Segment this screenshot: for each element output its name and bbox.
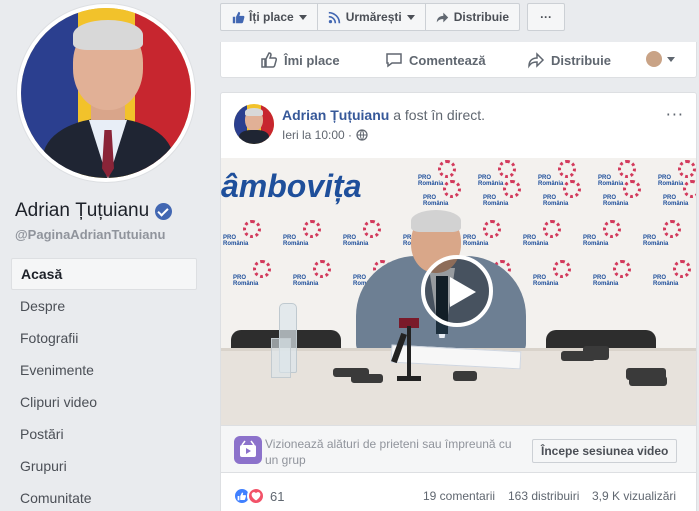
nav-item-acasa[interactable]: Acasă: [11, 258, 197, 290]
start-watch-party-button[interactable]: Începe sesiunea video: [532, 439, 678, 463]
profile-picture[interactable]: [17, 4, 195, 182]
thumbs-up-icon: [231, 10, 245, 24]
post-stats: 61 19 comentarii 163 distribuiri 3,9 K v…: [221, 481, 696, 511]
nav-item-postari[interactable]: Postări: [11, 418, 197, 450]
more-options-button[interactable]: ···: [527, 3, 566, 31]
profile-photo: [21, 8, 191, 178]
comment-button[interactable]: Comentează: [385, 51, 486, 69]
comment-icon: [386, 53, 402, 68]
page-handle[interactable]: @PaginaAdrianTutuianu: [15, 227, 165, 242]
page-action-bar: Îți place Urmărești Distribuie ···: [220, 3, 566, 31]
chevron-down-icon: [298, 14, 307, 20]
nav-item-grupuri[interactable]: Grupuri: [11, 450, 197, 482]
globe-icon: [356, 129, 368, 141]
post-timestamp: Ieri la 10:00 ·: [282, 128, 368, 142]
previous-post-actions: Îmi place Comentează Distribuie: [220, 42, 697, 78]
watch-party-text: Vizionează alături de prieteni sau împre…: [265, 437, 512, 467]
share-page-button[interactable]: Distribuie: [424, 3, 521, 31]
follow-button[interactable]: Urmărești: [316, 3, 426, 31]
post-time-text[interactable]: Ieri la 10:00 ·: [282, 128, 352, 142]
verified-badge-icon: [155, 202, 173, 220]
reaction-count: 61: [270, 488, 285, 504]
watch-party-icon: [234, 436, 262, 464]
post-options-icon[interactable]: ···: [666, 105, 684, 124]
play-icon[interactable]: [421, 255, 493, 327]
follow-label: Urmărești: [345, 10, 402, 24]
page-nav: Acasă Despre Fotografii Evenimente Clipu…: [11, 258, 197, 511]
share-post-label: Distribuie: [551, 52, 611, 68]
comment-label: Comentează: [409, 52, 486, 68]
reactions-summary[interactable]: 61: [233, 487, 284, 505]
video-banner-text: âmbovița: [221, 168, 362, 204]
post-action-text: a fost în direct.: [393, 107, 486, 123]
like-page-button[interactable]: Îți place: [220, 3, 318, 31]
like-post-label: Îmi place: [284, 52, 340, 68]
love-reaction-icon: [247, 487, 265, 505]
shares-count[interactable]: 163 distribuiri: [508, 489, 579, 503]
share-arrow-icon: [528, 52, 545, 69]
page-name-text[interactable]: Adrian Țuțuianu: [15, 200, 149, 222]
comments-count[interactable]: 19 comentarii: [423, 489, 495, 503]
more-dots-icon: ···: [540, 10, 553, 24]
live-video-post: Adrian Țuțuianu a fost în direct. Ieri l…: [220, 92, 697, 511]
backdrop-logos: PRO România PRO România PRO România PRO …: [421, 178, 696, 208]
watch-party-row: Vizionează alături de prieteni sau împre…: [221, 425, 696, 473]
share-post-button[interactable]: Distribuie: [527, 51, 611, 69]
video-player[interactable]: âmbovița PRO România PRO România PRO Rom…: [221, 158, 696, 425]
page-name[interactable]: Adrian Țuțuianu: [15, 200, 173, 222]
views-count: 3,9 K vizualizări: [592, 489, 677, 503]
post-header: Adrian Țuțuianu a fost în direct.: [282, 107, 485, 123]
author-avatar[interactable]: [234, 104, 274, 144]
thumbs-up-outline-icon: [261, 52, 278, 68]
avatar: [646, 51, 662, 67]
like-page-label: Îți place: [249, 10, 294, 24]
post-as-selector[interactable]: [646, 51, 675, 67]
like-post-button[interactable]: Îmi place: [260, 51, 340, 69]
nav-item-despre[interactable]: Despre: [11, 290, 197, 322]
share-page-label: Distribuie: [453, 10, 510, 24]
nav-item-comunitate[interactable]: Comunitate: [11, 482, 197, 511]
nav-item-clipuri-video[interactable]: Clipuri video: [11, 386, 197, 418]
rss-icon: [328, 10, 342, 24]
chevron-down-icon: [667, 56, 675, 62]
left-column: Adrian Țuțuianu @PaginaAdrianTutuianu Ac…: [0, 0, 208, 511]
chevron-down-icon: [406, 14, 415, 20]
share-arrow-icon: [436, 10, 450, 24]
nav-item-fotografii[interactable]: Fotografii: [11, 322, 197, 354]
post-author-link[interactable]: Adrian Țuțuianu: [282, 107, 389, 123]
nav-item-evenimente[interactable]: Evenimente: [11, 354, 197, 386]
